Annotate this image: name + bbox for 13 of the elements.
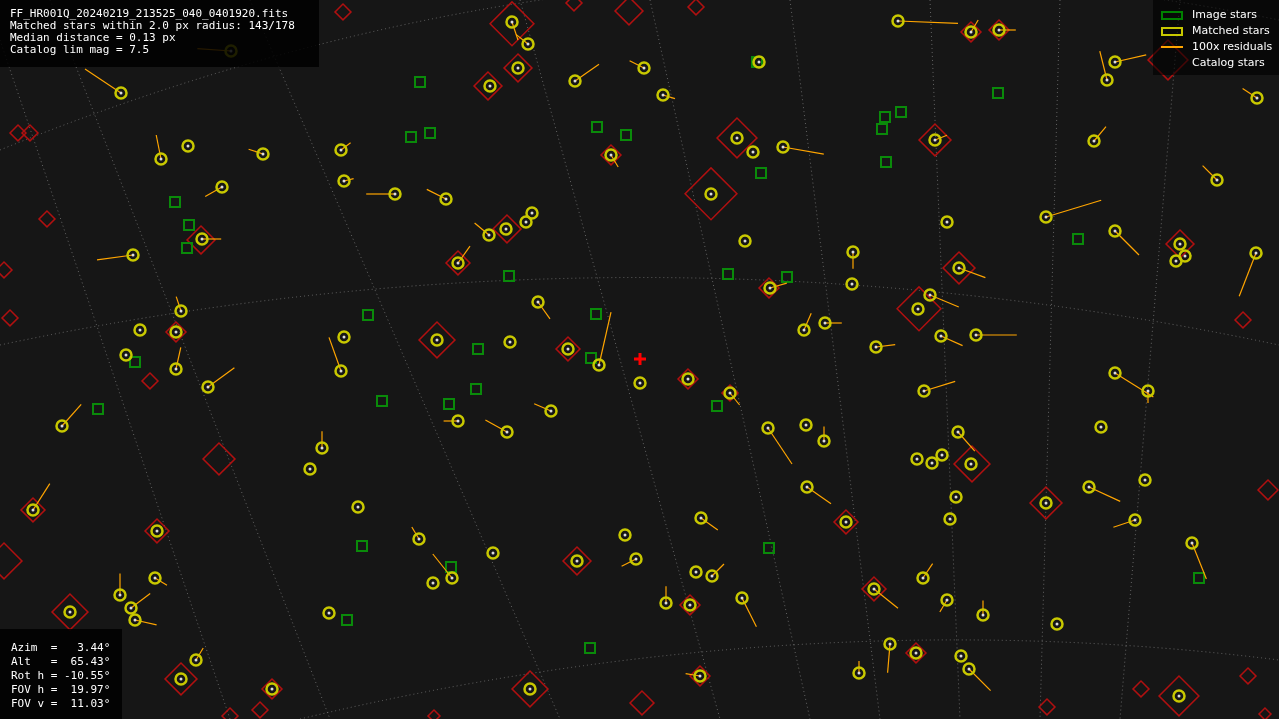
info-text: Median distance = 0.13 px [10,32,177,44]
legend-label: 100x residuals [1192,38,1273,55]
pointing-text: FOV h = 19.97° [11,683,112,697]
pointing-text: FOV v = 11.03° [11,697,112,711]
pointing-text: Rot h = -10.55° [11,669,112,683]
legend-label: Image stars [1192,6,1257,23]
pointing-text: Azim = 3.44° [11,641,112,655]
info-text: FF_HR001Q_20240219_213525_040_0401920.fits [10,8,290,20]
info-text: Catalog lim mag = 7.5 [10,44,151,56]
legend-label: Catalog stars [1192,54,1265,71]
info-text: Matched stars within 2.0 px radius: 143/178 [10,20,296,32]
legend-label: Matched stars [1192,22,1270,39]
pointing-text: Alt = 65.43° [11,655,112,669]
